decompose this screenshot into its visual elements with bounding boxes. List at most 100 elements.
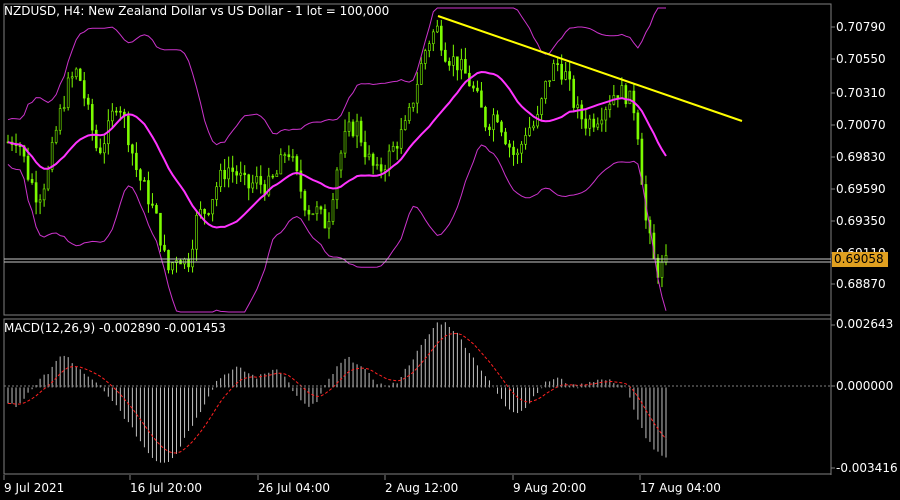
candle-body	[500, 121, 503, 133]
macd-tick: 0.000000	[836, 379, 894, 393]
candle-body	[544, 81, 547, 100]
time-tick: 9 Jul 2021	[4, 481, 65, 495]
candle-body	[444, 49, 447, 62]
candle-body	[127, 115, 130, 146]
bollinger-upper-band	[7, 7, 666, 146]
candle-body	[90, 104, 94, 131]
candle-body	[572, 78, 576, 108]
macd-indicator	[7, 322, 667, 463]
candle-body	[155, 205, 158, 214]
candle-body	[287, 154, 291, 158]
price-tick: 0.69590	[836, 182, 886, 196]
candle-body	[143, 180, 146, 182]
candle-body	[42, 188, 46, 201]
candle-body	[323, 208, 327, 229]
candle-body	[38, 199, 42, 203]
candle-body	[440, 25, 443, 51]
candle-body	[159, 212, 162, 246]
macd-signal-line	[8, 332, 667, 454]
trading-chart[interactable]	[0, 0, 900, 500]
candle-body	[319, 206, 323, 210]
candle-body	[295, 156, 299, 172]
price-tick: 0.70310	[836, 86, 886, 100]
candle-body	[448, 61, 451, 66]
candle-body	[151, 203, 154, 206]
candle-body	[560, 64, 563, 80]
candle-body	[115, 110, 118, 113]
candle-body	[327, 221, 331, 229]
candle-body	[488, 126, 491, 131]
price-tick: 0.70790	[836, 20, 886, 34]
trendline[interactable]	[437, 15, 743, 122]
candle-body	[367, 153, 371, 158]
candle-body	[576, 104, 580, 108]
current-price-badge: 0.69058	[832, 252, 888, 267]
macd-tick: 0.002643	[836, 317, 894, 331]
candle-body	[347, 121, 351, 132]
candle-body	[207, 213, 210, 215]
candle-body	[279, 154, 283, 175]
candle-body	[351, 121, 355, 137]
candle-body	[187, 258, 190, 268]
candle-body	[419, 63, 423, 85]
candle-body	[315, 206, 319, 215]
candle-body	[415, 84, 419, 104]
candle-body	[94, 129, 98, 149]
candle-body	[163, 244, 166, 251]
candle-body	[54, 129, 58, 143]
candle-body	[596, 123, 600, 128]
candle-body	[552, 63, 555, 81]
chart-title: NZDUSD, H4: New Zealand Dollar vs US Dol…	[4, 4, 390, 18]
candle-body	[203, 209, 206, 214]
candle-body	[147, 180, 150, 205]
candle-body	[195, 214, 198, 250]
candle-body	[303, 191, 307, 211]
macd-label: MACD(12,26,9) -0.002890 -0.001453	[4, 321, 226, 335]
candle-body	[343, 131, 347, 154]
candle-body	[460, 59, 463, 71]
candle-body	[62, 107, 66, 109]
candle-body	[431, 31, 435, 45]
candle-body	[231, 167, 234, 172]
candle-body	[411, 102, 415, 108]
candle-body	[215, 186, 218, 200]
candle-body	[58, 108, 62, 131]
candle-body	[580, 104, 584, 120]
bollinger-bands	[7, 7, 667, 313]
candle-body	[484, 107, 487, 128]
candle-body	[239, 172, 243, 176]
candle-body	[556, 63, 559, 65]
candle-body	[34, 182, 38, 203]
candle-body	[131, 144, 134, 154]
candle-body	[399, 129, 403, 149]
candle-body	[452, 56, 455, 66]
candle-body	[291, 156, 295, 158]
candle-body	[436, 25, 439, 33]
candle-body	[70, 76, 74, 79]
candle-body	[86, 97, 90, 105]
candle-body	[496, 114, 499, 123]
candle-body	[532, 125, 535, 129]
candle-body	[564, 71, 567, 80]
candle-body	[46, 169, 50, 190]
price-tick: 0.69350	[836, 214, 886, 228]
candle-body	[504, 131, 507, 145]
time-tick: 26 Jul 04:00	[258, 481, 330, 495]
candle-body	[331, 199, 335, 222]
candle-body	[335, 169, 339, 201]
candle-body	[98, 147, 102, 154]
candle-body	[524, 135, 527, 145]
candle-body	[387, 150, 391, 171]
candle-body	[355, 120, 359, 137]
candle-body	[139, 169, 142, 181]
candle-body	[620, 85, 624, 99]
candle-body	[624, 85, 628, 105]
candle-body	[660, 262, 664, 278]
candle-body	[423, 50, 427, 64]
candle-body	[219, 169, 222, 188]
candle-body	[592, 118, 596, 128]
candle-body	[492, 114, 495, 131]
candle-body	[74, 68, 78, 78]
candle-body	[371, 153, 375, 166]
candle-body	[379, 164, 383, 172]
